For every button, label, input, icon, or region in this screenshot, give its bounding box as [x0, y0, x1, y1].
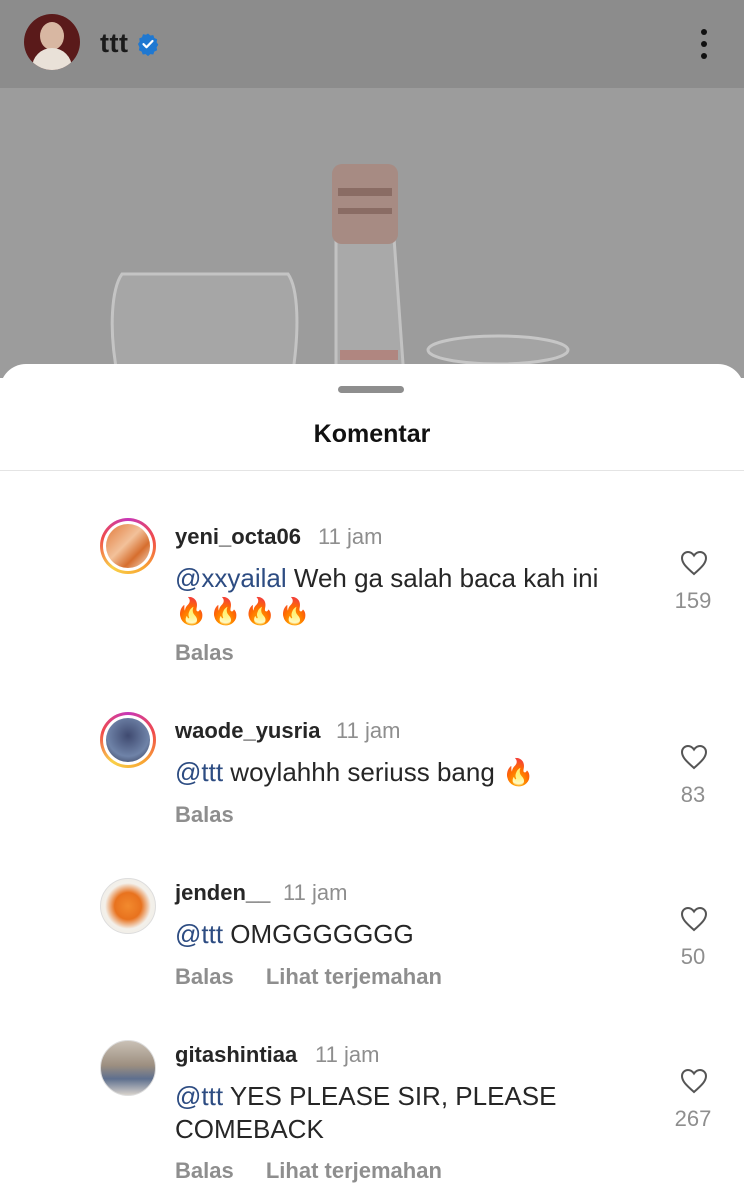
reply-button[interactable]: Balas	[175, 1158, 234, 1183]
sheet-title: Komentar	[313, 420, 431, 448]
comment-actions: Balas Lihat terjemahan	[175, 964, 468, 990]
commenter-username[interactable]: jenden__	[175, 880, 270, 906]
heart-icon[interactable]	[680, 744, 708, 770]
commenter-avatar[interactable]	[100, 518, 156, 574]
like-count: 159	[674, 588, 712, 613]
comment-body: OMGGGGGGG	[223, 919, 414, 949]
comment-text: @ttt woylahhh seriuss bang 🔥	[175, 756, 645, 789]
comments-sheet: Komentar yeni_octa06 11 jam @xxyailal We…	[0, 364, 744, 1200]
commenter-username[interactable]: waode_yusria	[175, 718, 321, 744]
verified-badge-icon	[138, 33, 159, 56]
comment-time: 11 jam	[318, 524, 383, 549]
post-author-username[interactable]: ttt	[100, 28, 128, 59]
comment-text: @ttt YES PLEASE SIR, PLEASE COMEBACK	[175, 1080, 595, 1146]
reply-button[interactable]: Balas	[175, 640, 234, 665]
heart-icon[interactable]	[680, 906, 708, 932]
reply-button[interactable]: Balas	[175, 802, 234, 827]
comment-text: @ttt OMGGGGGGG	[175, 918, 645, 951]
post-header: ttt	[0, 0, 744, 88]
like-count: 50	[680, 944, 706, 969]
sheet-grabber[interactable]	[338, 386, 404, 393]
comment-actions: Balas Lihat terjemahan	[175, 1158, 468, 1184]
commenter-username[interactable]: yeni_octa06	[175, 524, 301, 550]
reply-button[interactable]: Balas	[175, 964, 234, 989]
more-vertical-icon[interactable]	[692, 24, 716, 64]
post-author-avatar[interactable]	[24, 14, 80, 70]
heart-icon[interactable]	[680, 550, 708, 576]
comment-actions: Balas	[175, 802, 260, 828]
comment-time: 11 jam	[315, 1042, 380, 1067]
avatar-body	[32, 48, 72, 70]
see-translation-button[interactable]: Lihat terjemahan	[266, 964, 442, 989]
heart-icon[interactable]	[680, 1068, 708, 1094]
comment-mention[interactable]: @xxyailal	[175, 563, 287, 593]
comment-body: Weh ga salah baca kah ini	[286, 563, 599, 593]
divider	[0, 470, 744, 471]
comment-body: woylahhh seriuss bang 🔥	[223, 757, 535, 787]
commenter-avatar[interactable]	[100, 878, 156, 934]
comment-text: @xxyailal Weh ga salah baca kah ini 🔥🔥🔥🔥	[175, 562, 645, 628]
comment-mention[interactable]: @ttt	[175, 757, 223, 787]
comment-body: YES PLEASE SIR, PLEASE COMEBACK	[175, 1081, 557, 1144]
commenter-avatar[interactable]	[100, 1040, 156, 1096]
fire-emoji: 🔥🔥🔥🔥	[175, 596, 313, 626]
comment-time: 11 jam	[336, 718, 401, 743]
comment-time: 11 jam	[283, 880, 348, 905]
comment-mention[interactable]: @ttt	[175, 919, 223, 949]
like-count: 83	[680, 782, 706, 807]
like-count: 267	[674, 1106, 712, 1131]
post-image[interactable]	[0, 88, 744, 378]
post-photo-bottle-and-glasses	[0, 88, 744, 378]
comment-actions: Balas	[175, 640, 260, 666]
comment-mention[interactable]: @ttt	[175, 1081, 223, 1111]
avatar-face	[40, 22, 64, 50]
commenter-username[interactable]: gitashintiaa	[175, 1042, 297, 1068]
see-translation-button[interactable]: Lihat terjemahan	[266, 1158, 442, 1183]
commenter-avatar[interactable]	[100, 712, 156, 768]
